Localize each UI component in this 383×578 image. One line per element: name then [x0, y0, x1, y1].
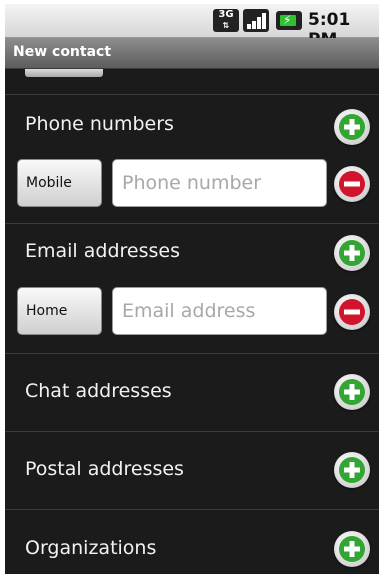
signal-strength-icon: [243, 9, 269, 32]
organizations-label: Organizations: [25, 537, 157, 559]
plus-icon: [339, 240, 365, 266]
add-chat-button[interactable]: [334, 374, 370, 410]
divider: [5, 509, 379, 510]
contact-editor: Phone numbers Mobile Email addresses Hom…: [5, 69, 379, 574]
phone-numbers-label: Phone numbers: [25, 113, 174, 135]
remove-phone-button[interactable]: [334, 166, 370, 202]
plus-icon: [339, 379, 365, 405]
plus-icon: [339, 536, 365, 562]
remove-email-button[interactable]: [334, 294, 370, 330]
partial-field-button[interactable]: [25, 69, 103, 77]
divider: [5, 94, 379, 95]
network-type-label: 3G: [218, 9, 234, 20]
3g-data-icon: 3G ⇅: [213, 9, 239, 32]
plus-icon: [339, 457, 365, 483]
postal-addresses-label: Postal addresses: [25, 458, 184, 480]
divider: [5, 353, 379, 354]
email-address-input[interactable]: [112, 287, 327, 335]
phone-number-input[interactable]: [112, 159, 327, 207]
page-title: New contact: [13, 44, 112, 60]
plus-icon: [339, 114, 365, 140]
email-addresses-label: Email addresses: [25, 240, 180, 262]
add-postal-button[interactable]: [334, 452, 370, 488]
device-screen: 3G ⇅ ⚡ 5:01 PM New contact Phone numbers…: [5, 4, 379, 574]
divider: [5, 431, 379, 432]
battery-charging-icon: ⚡: [276, 11, 302, 30]
add-organization-button[interactable]: [334, 531, 370, 567]
divider: [5, 223, 379, 224]
add-email-button[interactable]: [334, 235, 370, 271]
minus-icon: [339, 171, 365, 197]
minus-icon: [339, 299, 365, 325]
title-bar: New contact: [5, 38, 379, 69]
chat-addresses-label: Chat addresses: [25, 380, 172, 402]
add-phone-button[interactable]: [334, 109, 370, 145]
email-type-button[interactable]: Home: [17, 287, 102, 335]
phone-type-button[interactable]: Mobile: [17, 159, 102, 207]
status-bar: 3G ⇅ ⚡ 5:01 PM: [5, 4, 379, 50]
